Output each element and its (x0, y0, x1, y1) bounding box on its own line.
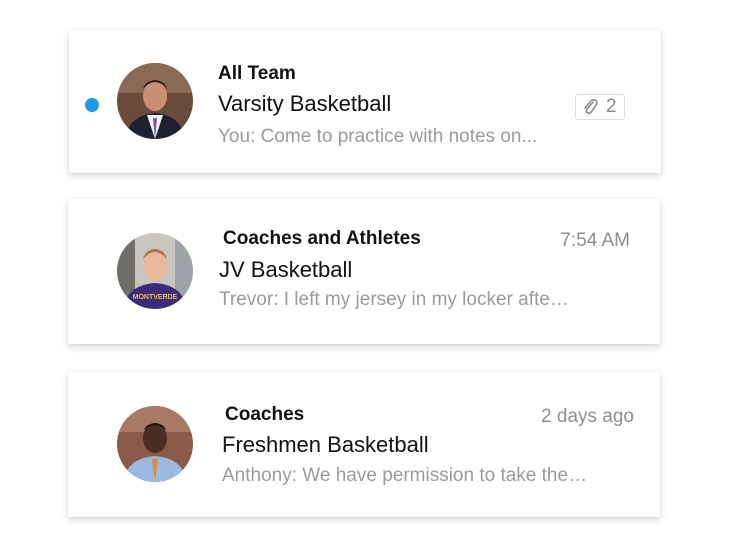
thread-timestamp: 7:54 AM (560, 230, 630, 251)
thread-timestamp: 2 days ago (541, 406, 634, 427)
thread-subject: Freshmen Basketball (222, 432, 429, 457)
avatar (117, 406, 193, 482)
unread-indicator (85, 98, 99, 112)
attachment-count: 2 (606, 96, 617, 117)
man-in-suit-avatar-icon (117, 63, 193, 139)
thread-subject: JV Basketball (219, 257, 353, 282)
avatar (117, 63, 193, 139)
man-blue-shirt-avatar-icon (117, 406, 193, 482)
paperclip-icon (584, 98, 598, 115)
thread-group-name: Coaches (225, 404, 305, 425)
thread-card-all-team[interactable]: All Team Varsity Basketball You: Come to… (69, 30, 661, 173)
thread-subject: Varsity Basketball (218, 91, 392, 116)
thread-preview: Trevor: I left my jersey in my locker af… (219, 289, 569, 310)
attachment-badge: 2 (575, 94, 625, 120)
thread-preview: Anthony: We have permission to take the… (222, 465, 588, 486)
svg-text:MONTVERDE: MONTVERDE (133, 294, 178, 301)
avatar: MONTVERDE (117, 233, 193, 309)
young-man-avatar-icon: MONTVERDE (117, 233, 193, 309)
thread-group-name: Coaches and Athletes (223, 228, 421, 249)
thread-card-coaches[interactable]: Coaches 2 days ago Freshmen Basketball A… (68, 372, 660, 517)
thread-card-coaches-and-athletes[interactable]: MONTVERDE Coaches and Athletes 7:54 AM J… (68, 199, 660, 344)
thread-preview: You: Come to practice with notes on... (218, 126, 538, 147)
thread-group-name: All Team (218, 63, 296, 84)
